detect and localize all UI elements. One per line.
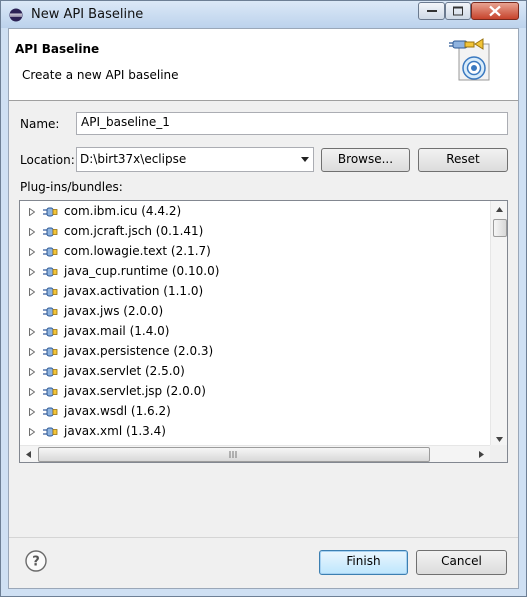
- horizontal-scroll-thumb[interactable]: [38, 447, 430, 462]
- plugins-label: Plug-ins/bundles:: [20, 180, 123, 194]
- cancel-button[interactable]: Cancel: [416, 550, 507, 575]
- tree-item-label: javax.servlet (2.5.0): [64, 364, 185, 378]
- vertical-scroll-thumb[interactable]: [493, 219, 507, 237]
- close-icon: [489, 5, 501, 17]
- scroll-right-icon[interactable]: [479, 451, 484, 458]
- location-value: D:\birt37x\eclipse: [80, 152, 187, 166]
- tree-item[interactable]: javax.mail (1.4.0): [20, 322, 490, 342]
- expand-arrow-icon[interactable]: [29, 228, 35, 236]
- api-baseline-icon: [449, 38, 490, 81]
- tree-item[interactable]: javax.xml (1.3.4): [20, 422, 490, 442]
- wizard-banner: API Baseline Create a new API baseline: [9, 29, 518, 101]
- dialog-client: API Baseline Create a new API baseline N…: [8, 28, 519, 589]
- plugin-icon: [43, 207, 58, 217]
- name-field-value: API_baseline_1: [81, 115, 170, 129]
- eclipse-icon: [9, 8, 23, 22]
- plugin-icon: [43, 247, 58, 257]
- tree-item-label: javax.servlet.jsp (2.0.0): [64, 384, 206, 398]
- scroll-down-icon[interactable]: [496, 437, 503, 442]
- expand-arrow-icon[interactable]: [29, 428, 35, 436]
- expand-arrow-icon[interactable]: [29, 248, 35, 256]
- plugin-icon: [43, 387, 58, 397]
- tree-item-label: javax.persistence (2.0.3): [64, 344, 214, 358]
- browse-button[interactable]: Browse...: [321, 148, 410, 172]
- svg-text:?: ?: [32, 555, 40, 570]
- minimize-icon: [426, 10, 437, 12]
- tree-item[interactable]: com.lowagie.text (2.1.7): [20, 242, 490, 262]
- plugin-icon: [43, 307, 58, 317]
- expand-arrow-icon[interactable]: [29, 328, 35, 336]
- tree-item[interactable]: com.jcraft.jsch (0.1.41): [20, 222, 490, 242]
- expand-arrow-icon[interactable]: [29, 288, 35, 296]
- title-bar[interactable]: New API Baseline: [1, 1, 526, 28]
- tree-item[interactable]: javax.persistence (2.0.3): [20, 342, 490, 362]
- tree-item[interactable]: javax.servlet (2.5.0): [20, 362, 490, 382]
- expand-arrow-icon[interactable]: [29, 348, 35, 356]
- banner-description: Create a new API baseline: [22, 68, 179, 82]
- reset-button[interactable]: Reset: [418, 148, 508, 172]
- tree-item[interactable]: javax.wsdl (1.6.2): [20, 402, 490, 422]
- dialog-window: New API Baseline API Baseline Create a n…: [0, 0, 527, 597]
- expand-arrow-icon[interactable]: [29, 388, 35, 396]
- tree-item[interactable]: javax.activation (1.1.0): [20, 282, 490, 302]
- vertical-scrollbar[interactable]: [490, 201, 507, 445]
- tree-item-label: javax.jws (2.0.0): [64, 304, 164, 318]
- tree-item-label: javax.xml (1.3.4): [64, 424, 166, 438]
- tree-item[interactable]: javax.jws (2.0.0): [20, 302, 490, 322]
- location-combo[interactable]: D:\birt37x\eclipse: [76, 147, 314, 172]
- plugin-icon: [43, 327, 58, 337]
- chevron-down-icon: [301, 157, 309, 162]
- expand-arrow-icon[interactable]: [29, 408, 35, 416]
- scroll-left-icon[interactable]: [26, 451, 31, 458]
- tree-item[interactable]: com.ibm.icu (4.4.2): [20, 202, 490, 222]
- maximize-button[interactable]: [445, 2, 471, 20]
- scroll-corner: [490, 445, 507, 462]
- banner-title: API Baseline: [15, 42, 100, 56]
- close-button[interactable]: [471, 2, 519, 20]
- tree-item[interactable]: javax.servlet.jsp (2.0.0): [20, 382, 490, 402]
- tree-item-label: javax.mail (1.4.0): [64, 324, 170, 338]
- plugin-icon: [43, 267, 58, 277]
- name-field[interactable]: API_baseline_1: [76, 112, 508, 135]
- horizontal-scrollbar[interactable]: [20, 445, 490, 462]
- location-label: Location:: [20, 153, 75, 167]
- tree-item-label: com.lowagie.text (2.1.7): [64, 244, 211, 258]
- tree-item-label: com.jcraft.jsch (0.1.41): [64, 224, 204, 238]
- plugin-icon: [43, 347, 58, 357]
- finish-button[interactable]: Finish: [319, 550, 408, 575]
- window-title: New API Baseline: [31, 7, 144, 22]
- plugin-icon: [43, 407, 58, 417]
- help-icon[interactable]: ?: [25, 550, 47, 572]
- minimize-button[interactable]: [418, 2, 445, 20]
- tree-item-label: com.ibm.icu (4.4.2): [64, 204, 182, 218]
- name-label: Name:: [20, 117, 60, 131]
- scroll-up-icon[interactable]: [496, 207, 503, 212]
- expand-arrow-icon[interactable]: [29, 208, 35, 216]
- expand-arrow-icon[interactable]: [29, 368, 35, 376]
- tree-item-label: javax.wsdl (1.6.2): [64, 404, 171, 418]
- plugin-icon: [43, 427, 58, 437]
- plugin-icon: [43, 287, 58, 297]
- plugin-icon: [43, 227, 58, 237]
- grip-icon: [229, 451, 237, 458]
- tree-item-label: java_cup.runtime (0.10.0): [64, 264, 220, 278]
- maximize-icon: [453, 6, 463, 16]
- plugins-tree[interactable]: com.ibm.icu (4.4.2) com.jcraft.jsch (0.1.…: [19, 200, 508, 463]
- expand-arrow-icon[interactable]: [29, 268, 35, 276]
- tree-item[interactable]: java_cup.runtime (0.10.0): [20, 262, 490, 282]
- plugin-icon: [43, 367, 58, 377]
- footer-separator: [9, 537, 518, 538]
- tree-item-label: javax.activation (1.1.0): [64, 284, 204, 298]
